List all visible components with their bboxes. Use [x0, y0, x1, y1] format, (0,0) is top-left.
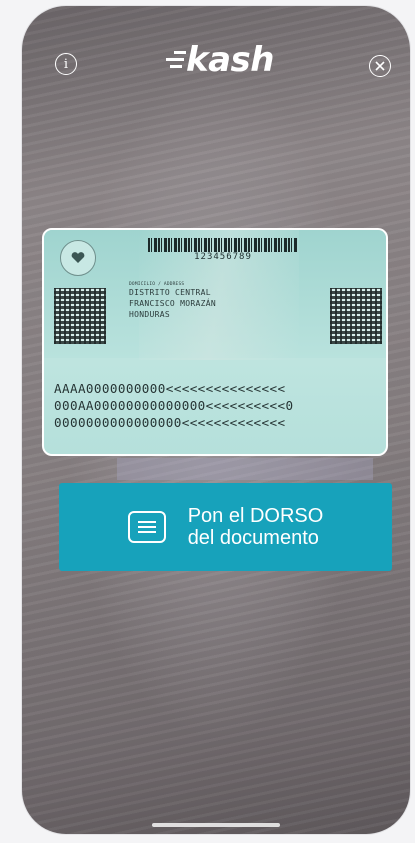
address-line: DISTRITO CENTRAL — [129, 288, 211, 297]
camera-screen: i kash 123456789 DOMICILIO / ADDRESS DIS… — [22, 6, 410, 834]
app-logo: kash — [164, 36, 275, 84]
qr-code-right — [330, 288, 382, 344]
qr-code-left — [54, 288, 106, 344]
address-block: DOMICILIO / ADDRESS DISTRITO CENTRAL FRA… — [129, 282, 216, 320]
mrz-line: 0000000000000000<<<<<<<<<<<<< — [54, 415, 286, 430]
heart-seal-icon — [60, 240, 96, 276]
info-icon[interactable]: i — [55, 53, 77, 75]
close-icon[interactable] — [369, 55, 391, 77]
address-line: FRANCISCO MORAZÁN — [129, 299, 216, 308]
instruction-line-2: del documento — [187, 527, 319, 549]
instruction-line-1: Pon el DORSO — [187, 505, 324, 527]
barcode-number: 123456789 — [194, 252, 252, 262]
logo-text: kash — [186, 40, 275, 80]
mrz-line: 000AA00000000000000<<<<<<<<<<0 — [54, 398, 294, 413]
mrz-zone: AAAA0000000000<<<<<<<<<<<<<<< 000AA00000… — [54, 380, 384, 431]
id-card-back: 123456789 DOMICILIO / ADDRESS DISTRITO C… — [42, 228, 388, 456]
barcode — [148, 238, 298, 252]
mrz-line: AAAA0000000000<<<<<<<<<<<<<<< — [54, 381, 286, 396]
address-line: HONDURAS — [129, 310, 170, 319]
top-bar: i kash — [22, 6, 410, 106]
speed-lines-icon — [166, 51, 186, 68]
instruction-text: Pon el DORSO del documento — [188, 505, 324, 549]
document-icon — [127, 511, 166, 543]
instruction-banner: Pon el DORSO del documento — [59, 483, 392, 571]
home-indicator[interactable] — [152, 823, 280, 827]
card-shadow — [117, 458, 373, 480]
